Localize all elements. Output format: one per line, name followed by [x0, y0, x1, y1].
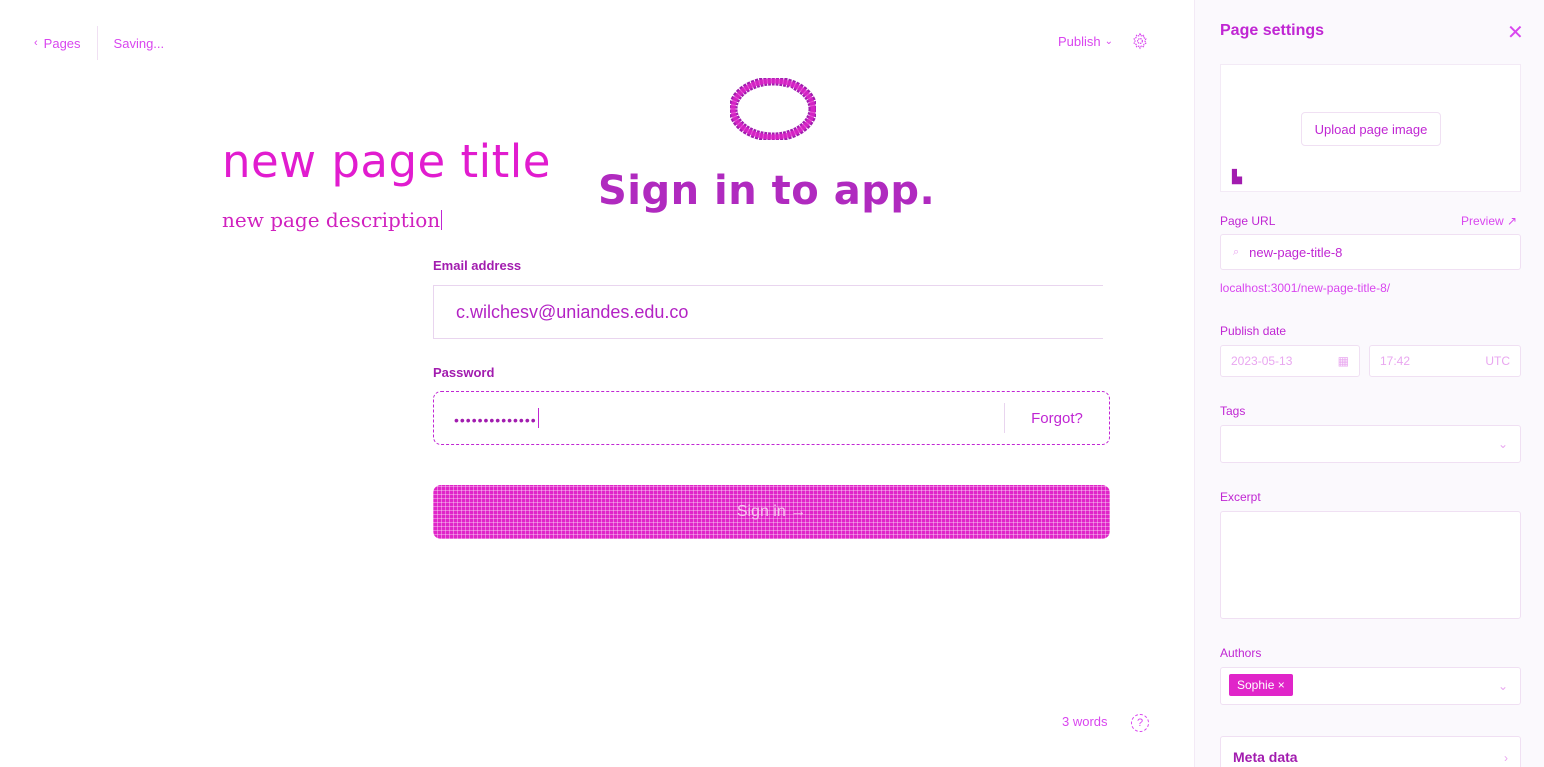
preview-link[interactable]: Preview ↗ — [1461, 214, 1517, 228]
chevron-left-icon: ‹ — [34, 37, 38, 49]
timezone-value: UTC — [1485, 354, 1510, 368]
help-glyph: ? — [1136, 717, 1144, 729]
password-value: •••••••••••••• — [434, 408, 1004, 428]
link-icon: ⌕ — [1233, 245, 1240, 258]
excerpt-textarea[interactable] — [1220, 511, 1521, 619]
save-status: Saving... — [113, 35, 165, 51]
close-icon[interactable]: ✕ — [1507, 20, 1524, 45]
page-url-input[interactable]: ⌕ new-page-title-8 — [1220, 234, 1521, 270]
meta-data-label: Meta data — [1233, 749, 1298, 765]
password-label: Password — [433, 365, 495, 380]
password-mask: •••••••••••••• — [454, 412, 537, 428]
page-url-label: Page URL — [1220, 214, 1276, 228]
settings-gear-icon[interactable] — [1131, 32, 1149, 50]
publish-date-label: Publish date — [1220, 324, 1287, 338]
page-settings-panel: Page settings ✕ Upload page image ▙ Page… — [1194, 0, 1544, 767]
signin-button-label: Sign in → — [736, 503, 807, 520]
word-count: 3 words — [1062, 714, 1108, 729]
publish-button[interactable]: Publish ⌄ — [1058, 34, 1113, 49]
password-field[interactable]: •••••••••••••• Forgot? — [433, 391, 1110, 445]
editor-topbar-right: Publish ⌄ — [1058, 32, 1149, 50]
date-value: 2023-05-13 — [1231, 354, 1293, 368]
publish-time-input[interactable]: 17:42 UTC — [1369, 345, 1521, 377]
publish-label: Publish — [1058, 33, 1101, 49]
text-caret — [441, 210, 443, 230]
excerpt-label: Excerpt — [1220, 490, 1261, 504]
signin-heading: Sign in to app. — [598, 168, 936, 214]
email-field[interactable]: c.wilchesv@uniandes.edu.co — [433, 285, 1103, 339]
upload-image-button[interactable]: Upload page image — [1301, 112, 1441, 146]
password-caret — [537, 408, 539, 428]
tags-label: Tags — [1220, 404, 1246, 418]
app-logo-icon — [730, 78, 816, 140]
page-description-input[interactable]: new page description — [222, 208, 443, 232]
editor-window: ‹ Pages Saving... Publish ⌄ new page tit… — [0, 0, 1544, 767]
feature-image-dropzone[interactable]: Upload page image ▙ — [1220, 64, 1521, 192]
page-title-input[interactable]: new page title — [222, 135, 551, 188]
chevron-down-icon: ⌄ — [1497, 679, 1508, 693]
help-icon[interactable]: ? — [1131, 714, 1149, 732]
tags-input[interactable]: ⌄ — [1220, 425, 1521, 463]
authors-input[interactable]: Sophie × ⌄ — [1220, 667, 1521, 705]
signin-button[interactable]: Sign in → — [433, 485, 1110, 539]
unsplash-icon[interactable]: ▙ — [1232, 169, 1242, 185]
calendar-icon: ▦ — [1337, 354, 1349, 368]
page-description-text: new page description — [222, 208, 441, 232]
back-link-label: Pages — [43, 35, 81, 51]
panel-title: Page settings — [1220, 22, 1325, 39]
divider — [96, 26, 98, 60]
meta-data-section[interactable]: Meta data › — [1220, 736, 1521, 767]
chevron-right-icon: › — [1504, 751, 1508, 765]
back-to-pages-link[interactable]: ‹ Pages — [34, 36, 81, 51]
page-url-preview: localhost:3001/new-page-title-8/ — [1220, 281, 1391, 295]
publish-date-input[interactable]: 2023-05-13 ▦ — [1220, 345, 1360, 377]
chevron-down-icon: ⌄ — [1104, 35, 1114, 47]
editor-topbar-left: ‹ Pages Saving... — [34, 26, 165, 60]
page-url-value: new-page-title-8 — [1249, 244, 1343, 260]
email-label: Email address — [433, 258, 522, 273]
chevron-down-icon: ⌄ — [1497, 437, 1508, 451]
forgot-password-button[interactable]: Forgot? — [1005, 410, 1109, 427]
author-chip[interactable]: Sophie × — [1229, 674, 1293, 696]
email-value: c.wilchesv@uniandes.edu.co — [456, 301, 689, 322]
time-value: 17:42 — [1380, 354, 1411, 368]
authors-label: Authors — [1220, 646, 1262, 660]
